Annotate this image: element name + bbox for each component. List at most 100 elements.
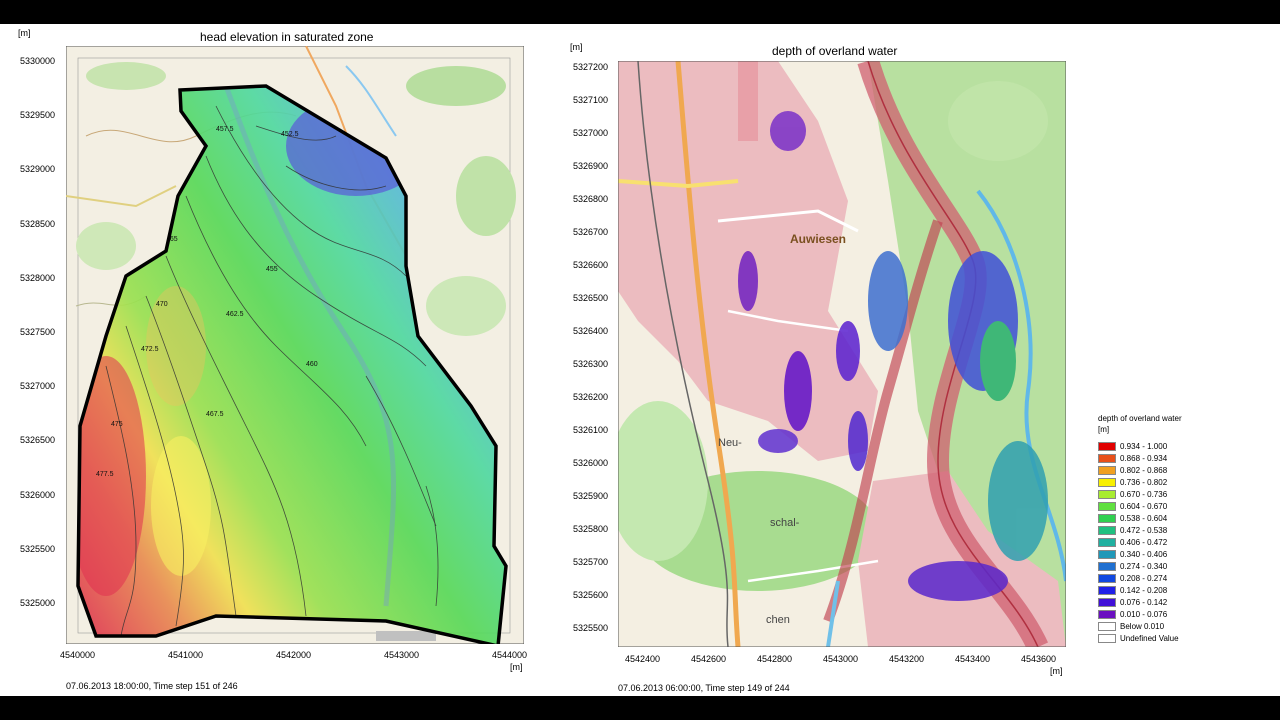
legend-label: 0.010 - 0.076 bbox=[1120, 609, 1168, 619]
legend-unit: [m] bbox=[1098, 425, 1110, 434]
legend-entry: 0.538 - 0.604 bbox=[1098, 512, 1167, 524]
x-tick-label: 4543600 bbox=[1021, 654, 1057, 664]
legend-swatch bbox=[1098, 573, 1116, 583]
legend-swatch bbox=[1098, 549, 1116, 559]
right-status: 07.06.2013 06:00:00, Time step 149 of 24… bbox=[618, 683, 790, 693]
y-tick-label: 5326300 bbox=[573, 359, 609, 369]
legend-swatch bbox=[1098, 537, 1116, 547]
contour-label: 460 bbox=[306, 361, 318, 368]
left-map-title: head elevation in saturated zone bbox=[200, 30, 374, 44]
x-tick-label: 4542600 bbox=[691, 654, 727, 664]
y-tick-label: 5325700 bbox=[573, 557, 609, 567]
y-tick-label: 5326400 bbox=[573, 326, 609, 336]
legend-swatch bbox=[1098, 513, 1116, 523]
right-map-title: depth of overland water bbox=[772, 44, 898, 58]
legend-label: 0.406 - 0.472 bbox=[1120, 537, 1168, 547]
legend-swatch bbox=[1098, 585, 1116, 595]
legend-entry: 0.340 - 0.406 bbox=[1098, 548, 1167, 560]
place-label: Neu- bbox=[718, 437, 742, 449]
right-x-unit: [m] bbox=[1050, 666, 1063, 676]
legend-label: 0.538 - 0.604 bbox=[1120, 513, 1168, 523]
y-tick-label: 5327100 bbox=[573, 95, 609, 105]
legend-entry: 0.472 - 0.538 bbox=[1098, 524, 1167, 536]
y-tick-label: 5327500 bbox=[20, 327, 56, 337]
left-x-unit: [m] bbox=[510, 662, 523, 672]
legend-label: 0.736 - 0.802 bbox=[1120, 477, 1168, 487]
left-map-plot: 457.5 452.5 455 465 470 472.5 467.5 460 … bbox=[66, 46, 524, 644]
y-tick-label: 5325600 bbox=[573, 590, 609, 600]
contour-label: 472.5 bbox=[141, 346, 159, 353]
x-tick-label: 4544000 bbox=[492, 650, 528, 660]
y-tick-label: 5327000 bbox=[20, 381, 56, 392]
y-tick-label: 5326000 bbox=[20, 489, 56, 500]
y-tick-label: 5328500 bbox=[20, 218, 56, 229]
y-tick-label: 5330000 bbox=[20, 56, 56, 66]
legend-swatch bbox=[1098, 465, 1116, 475]
legend-entry: Undefined Value bbox=[1098, 632, 1179, 644]
x-tick-label: 4542800 bbox=[757, 654, 793, 664]
y-tick-label: 5326900 bbox=[573, 161, 609, 171]
contour-label: 452.5 bbox=[281, 131, 299, 138]
y-tick-label: 5326600 bbox=[573, 260, 609, 270]
x-tick-label: 4542400 bbox=[625, 654, 661, 664]
x-tick-label: 4543000 bbox=[823, 654, 859, 664]
x-tick-label: 4542000 bbox=[276, 650, 312, 660]
right-y-unit: [m] bbox=[570, 42, 583, 52]
place-label: chen bbox=[766, 614, 790, 626]
contour-label: 455 bbox=[266, 266, 278, 273]
place-label: schal- bbox=[770, 517, 800, 529]
y-tick-label: 5325000 bbox=[20, 598, 56, 608]
right-map-plot: Auwiesen Neu- schal- chen bbox=[618, 61, 1066, 647]
y-tick-label: 5329000 bbox=[20, 164, 56, 175]
legend-entry: 0.010 - 0.076 bbox=[1098, 608, 1167, 620]
x-tick-label: 4540000 bbox=[60, 650, 96, 660]
y-tick-label: 5326800 bbox=[573, 194, 609, 204]
legend-label: 0.274 - 0.340 bbox=[1120, 561, 1168, 571]
legend-swatch bbox=[1098, 477, 1116, 487]
legend-entry: Below 0.010 bbox=[1098, 620, 1164, 632]
legend-label: 0.934 - 1.000 bbox=[1120, 441, 1168, 451]
x-tick-label: 4543000 bbox=[384, 650, 420, 660]
y-tick-label: 5329500 bbox=[20, 110, 56, 121]
legend-label: 0.802 - 0.868 bbox=[1120, 465, 1168, 475]
legend-entry: 0.670 - 0.736 bbox=[1098, 488, 1167, 500]
legend-swatch bbox=[1098, 441, 1116, 451]
left-status: 07.06.2013 18:00:00, Time step 151 of 24… bbox=[66, 681, 238, 691]
x-tick-label: 4543400 bbox=[955, 654, 991, 664]
y-tick-label: 5326100 bbox=[573, 425, 609, 435]
contour-label: 462.5 bbox=[226, 311, 244, 318]
legend-entry: 0.274 - 0.340 bbox=[1098, 560, 1167, 572]
legend-swatch bbox=[1098, 525, 1116, 535]
legend-swatch bbox=[1098, 609, 1116, 619]
contour-label: 477.5 bbox=[96, 471, 114, 478]
legend: depth of overland water [m] 0.934 - 1.00… bbox=[1098, 414, 1268, 654]
contour-label: 467.5 bbox=[206, 411, 224, 418]
legend-label: 0.340 - 0.406 bbox=[1120, 549, 1168, 559]
legend-label: 0.142 - 0.208 bbox=[1120, 585, 1168, 595]
legend-swatch bbox=[1098, 453, 1116, 463]
y-tick-label: 5326700 bbox=[573, 227, 609, 237]
contour-label: 470 bbox=[156, 301, 168, 308]
figure-canvas: [m] head elevation in saturated zone 533… bbox=[0, 24, 1280, 696]
y-tick-label: 5325800 bbox=[573, 524, 609, 534]
legend-entry: 0.076 - 0.142 bbox=[1098, 596, 1167, 608]
contour-label: 457.5 bbox=[216, 126, 234, 133]
legend-label: 0.604 - 0.670 bbox=[1120, 501, 1168, 511]
y-tick-label: 5326500 bbox=[573, 293, 609, 303]
left-y-unit: [m] bbox=[18, 28, 31, 38]
legend-label: 0.208 - 0.274 bbox=[1120, 573, 1168, 583]
x-tick-label: 4541000 bbox=[168, 650, 204, 660]
legend-swatch bbox=[1098, 501, 1116, 511]
y-tick-label: 5326000 bbox=[573, 458, 609, 468]
y-tick-label: 5325900 bbox=[573, 491, 609, 501]
legend-entry: 0.868 - 0.934 bbox=[1098, 452, 1167, 464]
place-label: Auwiesen bbox=[790, 232, 846, 246]
y-tick-label: 5326500 bbox=[20, 435, 56, 446]
y-tick-label: 5327200 bbox=[573, 62, 609, 72]
legend-entry: 0.406 - 0.472 bbox=[1098, 536, 1167, 548]
legend-label: 0.076 - 0.142 bbox=[1120, 597, 1168, 607]
legend-label: 0.868 - 0.934 bbox=[1120, 453, 1168, 463]
legend-label: 0.670 - 0.736 bbox=[1120, 489, 1168, 499]
legend-swatch bbox=[1098, 621, 1116, 631]
legend-swatch bbox=[1098, 633, 1116, 643]
